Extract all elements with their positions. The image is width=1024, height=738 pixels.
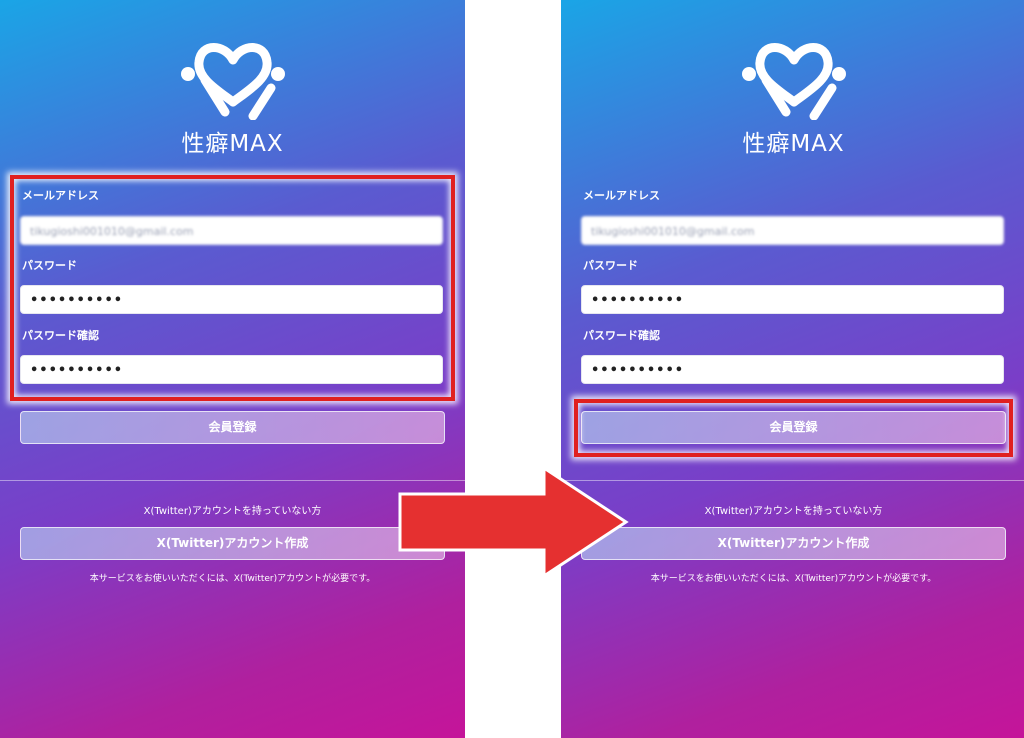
heart-check-logo-icon [741, 43, 846, 120]
email-label: メールアドレス [583, 189, 660, 202]
divider [0, 480, 465, 481]
divider [561, 480, 1024, 481]
twitter-requirement-note: 本サービスをお使いいただくには、X(Twitter)アカウントが必要です。 [650, 574, 937, 584]
password-confirm-label: パスワード確認 [583, 329, 660, 342]
heart-check-logo-icon [180, 43, 285, 120]
right-arrow-icon [398, 466, 629, 578]
register-button[interactable]: 会員登録 [20, 411, 445, 444]
twitter-requirement-note: 本サービスをお使いいただくには、X(Twitter)アカウントが必要です。 [89, 574, 376, 584]
screen-step-1: 性癖MAX メールアドレス tikugioshi001010@gmail.com… [0, 0, 465, 738]
password-label: パスワード [583, 259, 638, 272]
logo: 性癖MAX [0, 30, 465, 158]
password-confirm-field[interactable]: •••••••••• [581, 355, 1004, 384]
logo: 性癖MAX [561, 30, 1024, 158]
logo-text: 性癖MAX [181, 131, 284, 157]
logo-text: 性癖MAX [742, 131, 845, 157]
twitter-create-account-button[interactable]: X(Twitter)アカウント作成 [581, 527, 1006, 560]
twitter-create-account-button[interactable]: X(Twitter)アカウント作成 [20, 527, 445, 560]
twitter-prompt: X(Twitter)アカウントを持っていない方 [143, 506, 322, 517]
screen-step-2: 性癖MAX メールアドレス tikugioshi001010@gmail.com… [561, 0, 1024, 738]
password-field[interactable]: •••••••••• [581, 285, 1004, 314]
highlight-register-button [574, 399, 1013, 457]
twitter-prompt: X(Twitter)アカウントを持っていない方 [704, 506, 883, 517]
highlight-form-fields [10, 175, 455, 401]
email-field[interactable]: tikugioshi001010@gmail.com [581, 216, 1004, 245]
